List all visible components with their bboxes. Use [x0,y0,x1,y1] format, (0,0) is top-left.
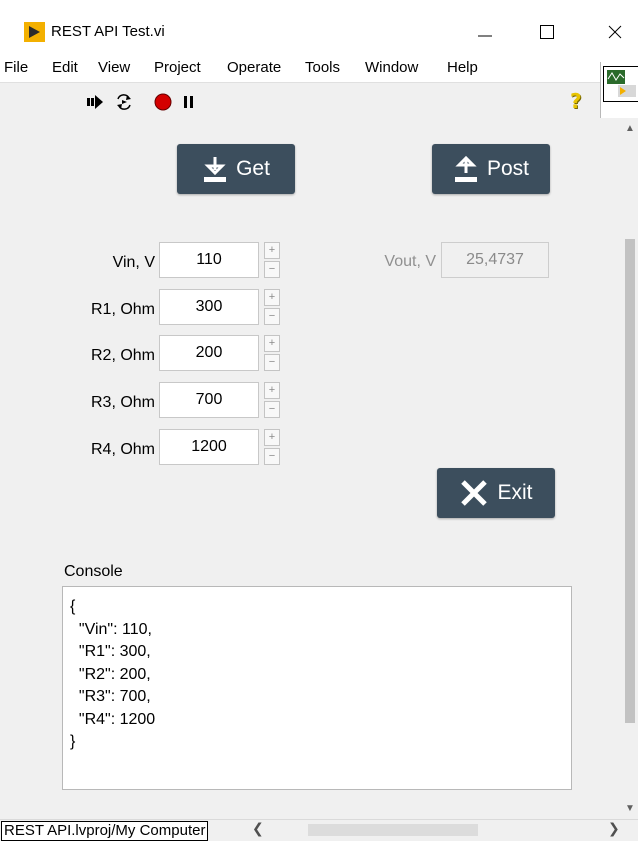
run-continuously-icon[interactable] [114,93,132,111]
minimize-button[interactable] [462,14,508,50]
close-button[interactable] [592,14,638,50]
r3-input[interactable]: 700 [159,382,259,418]
scroll-up-icon[interactable]: ▲ [625,123,635,134]
exit-button[interactable]: Exit [437,468,555,518]
r4-stepper[interactable]: + − [264,429,280,465]
increment-button[interactable]: + [264,335,280,352]
project-path: REST API.lvproj/My Computer [1,821,209,841]
run-arrow-icon[interactable] [86,93,104,111]
r3-stepper[interactable]: + − [264,382,280,418]
vin-stepper[interactable]: + − [264,242,280,278]
r1-label: R1, Ohm [90,301,155,318]
menu-operate[interactable]: Operate [227,58,281,78]
increment-button[interactable]: + [264,382,280,399]
get-button[interactable]: Get [177,144,295,194]
console-text[interactable]: { "Vin": 110, "R1": 300, "R2": 200, "R3"… [62,586,572,790]
scroll-thumb[interactable] [625,239,635,723]
status-bar: REST API.lvproj/My Computer ❮ ❯ [0,819,638,841]
r4-input[interactable]: 1200 [159,429,259,465]
r2-input[interactable]: 200 [159,335,259,371]
front-panel: Get Post Vin, V 110 + − R1, Ohm 300 + − … [0,119,622,819]
decrement-button[interactable]: − [264,354,280,371]
menu-tools[interactable]: Tools [305,58,340,78]
window-title: REST API Test.vi [51,23,165,40]
menu-window[interactable]: Window [365,58,418,78]
console-label: Console [64,563,123,580]
scroll-down-icon[interactable]: ▼ [625,803,635,814]
decrement-button[interactable]: − [264,401,280,418]
r2-stepper[interactable]: + − [264,335,280,371]
vin-label: Vin, V [112,254,155,271]
post-label: Post [486,157,530,180]
menu-file[interactable]: File [4,58,28,78]
scroll-right-icon[interactable]: ❯ [608,820,620,837]
maximize-button[interactable] [524,14,570,50]
vout-label: Vout, V [384,253,436,270]
pause-icon[interactable] [182,93,200,111]
r1-input[interactable]: 300 [159,289,259,325]
toolbar: ? [0,82,600,120]
x-icon [461,480,488,506]
abort-icon[interactable] [154,93,172,111]
r1-stepper[interactable]: + − [264,289,280,325]
scroll-left-icon[interactable]: ❮ [252,820,264,837]
decrement-button[interactable]: − [264,448,280,465]
r4-label: R4, Ohm [90,441,155,458]
increment-button[interactable]: + [264,242,280,259]
upload-icon [454,155,477,182]
decrement-button[interactable]: − [264,308,280,325]
menu-bar: File Edit View Project Operate Tools Win… [0,54,600,82]
exit-label: Exit [497,481,533,504]
r3-label: R3, Ohm [90,394,155,411]
vi-icon-pane [600,62,638,118]
increment-button[interactable]: + [264,289,280,306]
labview-logo-icon [24,22,45,42]
menu-view[interactable]: View [98,58,130,78]
vin-input[interactable]: 110 [159,242,259,278]
decrement-button[interactable]: − [264,261,280,278]
increment-button[interactable]: + [264,429,280,446]
vout-indicator: 25,4737 [441,242,549,278]
get-label: Get [236,157,270,180]
menu-edit[interactable]: Edit [52,58,78,78]
download-icon [204,157,227,182]
vi-connector-icon[interactable] [603,66,638,102]
post-button[interactable]: Post [432,144,550,194]
context-help-icon[interactable]: ? [570,89,582,113]
title-bar: REST API Test.vi [0,0,638,62]
menu-project[interactable]: Project [154,58,201,78]
horizontal-scroll-thumb[interactable] [308,824,478,836]
menu-help[interactable]: Help [447,58,478,78]
r2-label: R2, Ohm [90,347,155,364]
vertical-scrollbar[interactable]: ▲ ▼ [622,119,638,819]
